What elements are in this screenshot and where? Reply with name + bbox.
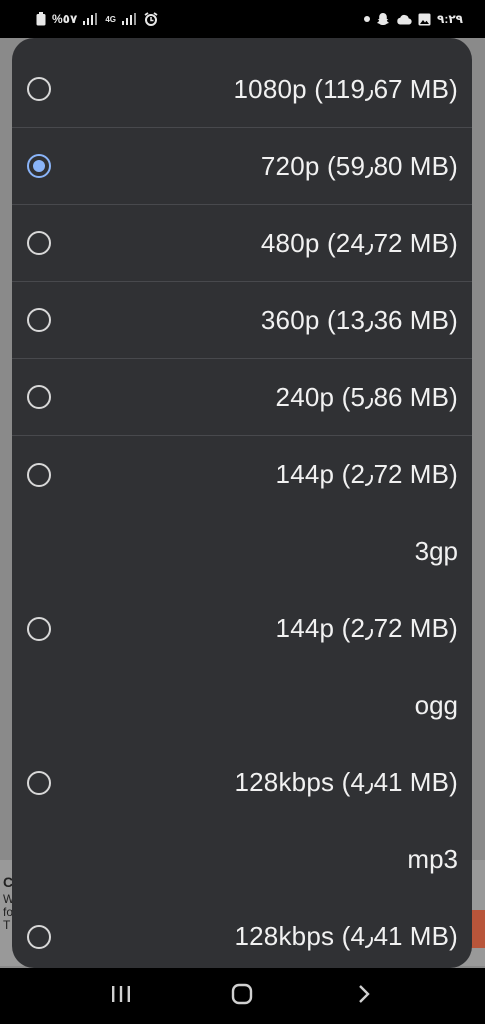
quality-option-label: 144p (2٫72 MB) [275,613,458,643]
recents-button[interactable] [101,976,141,1016]
format-section-header: ogg [414,690,458,720]
quality-option-label: 240p (5٫86 MB) [275,381,458,412]
quality-option-label: 128kbps (4٫41 MB) [234,921,458,951]
radio-button[interactable] [27,308,51,332]
status-bar: %٥٧ 4G ٩:٢٩ [0,0,485,38]
back-button[interactable] [344,976,384,1016]
navigation-bar [0,968,485,1024]
battery-percent: %٥٧ [52,12,78,26]
snapchat-icon [376,12,390,26]
radio-button[interactable] [27,770,51,795]
radio-button-checked[interactable] [27,154,51,178]
radio-button[interactable] [27,924,51,949]
format-section-header: mp3 [407,844,458,874]
quality-option-label: 480p (24٫72 MB) [260,227,458,258]
quality-option[interactable]: 360p (13٫36 MB) [12,282,472,359]
quality-option-label: 144p (2٫72 MB) [275,459,458,489]
quality-option-label: 720p (59٫80 MB) [260,150,458,181]
radio-button[interactable] [27,616,51,641]
quality-option[interactable]: 128kbps (4٫41 MB) [12,744,472,821]
radio-button[interactable] [27,231,51,255]
quality-option[interactable]: 144p (2٫72 MB) [12,590,472,667]
alarm-icon [144,12,158,26]
quality-option-label: 1080p (119٫67 MB) [233,73,458,104]
radio-button[interactable] [27,77,51,101]
clock-time: ٩:٢٩ [437,12,463,26]
quality-option[interactable]: 240p (5٫86 MB) [12,359,472,436]
quality-option[interactable]: 144p (2٫72 MB) [12,436,472,513]
radio-button[interactable] [27,385,51,409]
signal-icon-2 [122,13,138,25]
back-icon [357,984,371,1009]
gallery-icon [418,13,431,26]
battery-icon [36,12,46,26]
quality-option[interactable]: 480p (24٫72 MB) [12,205,472,282]
radio-button[interactable] [27,462,51,487]
network-type-label: 4G [105,14,116,24]
background-text-line-3: T [3,918,11,932]
cloud-icon [396,14,412,25]
format-section-header: 3gp [414,536,458,566]
quality-option[interactable]: 128kbps (4٫41 MB) [12,898,472,968]
quality-option-label: 128kbps (4٫41 MB) [234,767,458,797]
home-icon [231,983,253,1010]
recents-icon [110,985,132,1008]
quality-option-label: 360p (13٫36 MB) [260,304,458,335]
signal-icon [83,13,99,25]
quality-selection-dialog: 1080p (119٫67 MB) 720p (59٫80 MB) 480p (24… [12,38,472,968]
quality-option[interactable]: 720p (59٫80 MB) [12,128,472,205]
notification-dot-icon [364,16,371,22]
quality-option[interactable]: 1080p (119٫67 MB) [12,51,472,128]
home-button[interactable] [222,976,262,1016]
